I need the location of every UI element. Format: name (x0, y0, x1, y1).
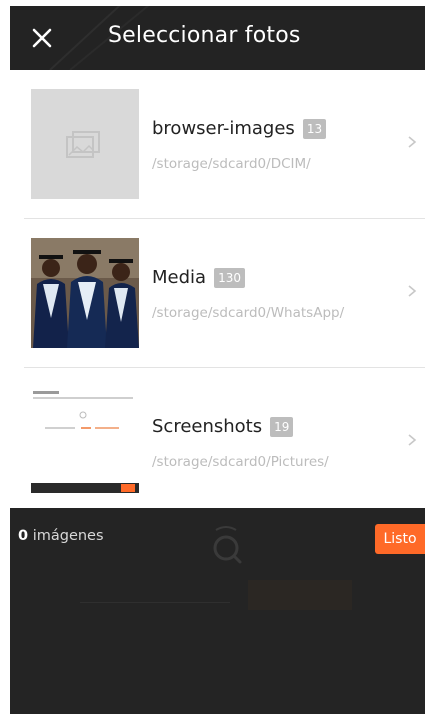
graduates-photo (31, 238, 139, 348)
selected-count-label: imágenes (32, 528, 104, 544)
faint-placeholder (80, 588, 230, 603)
folder-name-text: Screenshots (152, 416, 263, 437)
folder-name-text: browser-images (152, 118, 295, 139)
screenshot-thumbnail (31, 387, 139, 497)
chevron-right-icon (408, 136, 417, 148)
photo-picker-screen: Seleccionar fotos browser-images 13 /sto… (10, 6, 425, 714)
folder-name: Media 130 (152, 267, 245, 288)
folder-name: Screenshots 19 (152, 416, 294, 437)
close-button[interactable] (24, 20, 60, 56)
count-badge: 19 (270, 416, 294, 437)
count-badge: 130 (214, 267, 245, 288)
count-badge: 13 (302, 118, 327, 139)
app-header: Seleccionar fotos (10, 6, 425, 70)
selected-count-number: 0 (18, 528, 29, 544)
folder-path: /storage/sdcard0/Pictures/ (152, 454, 329, 470)
chevron-right-icon (408, 434, 417, 446)
folder-path: /storage/sdcard0/DCIM/ (152, 156, 311, 172)
close-icon (32, 28, 52, 48)
folder-name-text: Media (152, 267, 207, 288)
folder-name: browser-images 13 (152, 118, 327, 139)
page-title: Seleccionar fotos (108, 23, 301, 48)
folder-list[interactable]: browser-images 13 /storage/sdcard0/DCIM/ (10, 70, 425, 508)
folder-thumbnail (31, 387, 139, 497)
folder-row-browser-images[interactable]: browser-images 13 /storage/sdcard0/DCIM/ (24, 70, 425, 219)
folder-thumbnail (31, 238, 139, 348)
folder-row-media[interactable]: Media 130 /storage/sdcard0/WhatsApp/ (24, 219, 425, 368)
folder-path: /storage/sdcard0/WhatsApp/ (152, 305, 345, 321)
folder-thumbnail (31, 89, 139, 199)
faint-placeholder (248, 580, 352, 610)
done-button[interactable]: Listo (375, 524, 425, 554)
folder-row-screenshots[interactable]: Screenshots 19 /storage/sdcard0/Pictures… (24, 368, 425, 508)
selection-panel: 0 imágenes Listo (10, 508, 425, 714)
selected-count: 0 imágenes (18, 528, 104, 544)
chevron-right-icon (408, 285, 417, 297)
search-icon (213, 526, 242, 564)
placeholder-image-icon (31, 89, 139, 199)
